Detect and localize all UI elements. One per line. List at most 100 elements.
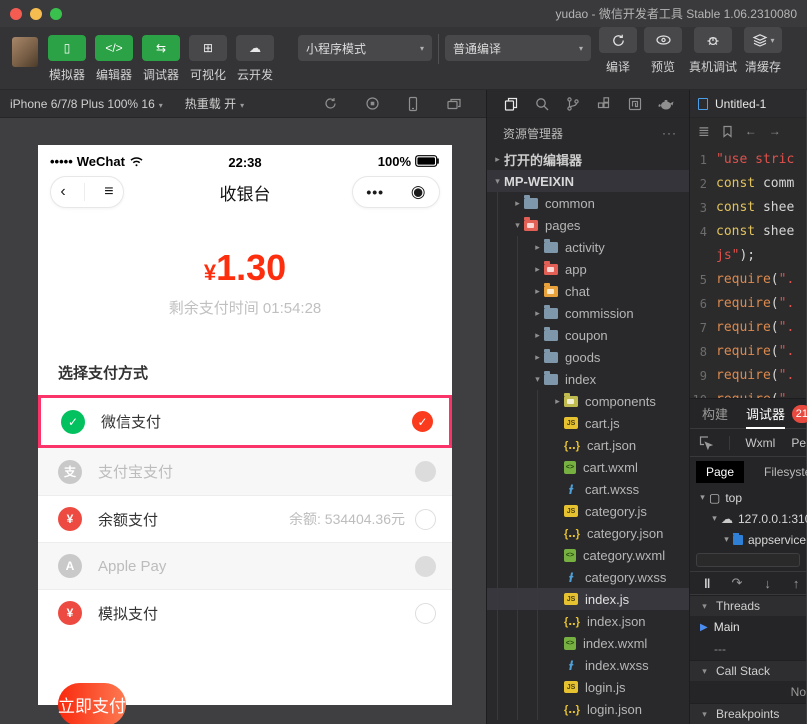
tree-item-category.wxss[interactable]: Ɨcategory.wxss xyxy=(487,566,689,588)
tree-item-index[interactable]: ▾index xyxy=(487,368,689,390)
tree-item-login.js[interactable]: JSlogin.js xyxy=(487,676,689,698)
outline-icon[interactable]: ≣ xyxy=(698,123,710,140)
frame-top[interactable]: ▾ ▢ top xyxy=(690,487,806,508)
debugger-button[interactable]: ⇆调试器 xyxy=(142,35,180,83)
code-line[interactable]: 6require(". xyxy=(690,292,806,316)
breakpoints-section-header[interactable]: ▾Breakpoints xyxy=(690,703,806,724)
tab-debugger[interactable]: 调试器 xyxy=(746,404,785,429)
tree-item-cart.js[interactable]: JScart.js xyxy=(487,412,689,434)
tree-item-cart.json[interactable]: {‥}cart.json xyxy=(487,434,689,456)
code-line[interactable]: 1"use stric xyxy=(690,148,806,172)
multi-window-icon[interactable] xyxy=(446,97,462,111)
device-select[interactable]: iPhone 6/7/8 Plus 100% 16▾ xyxy=(10,97,163,111)
tree-item-index.json[interactable]: {‥}index.json xyxy=(487,610,689,632)
tree-item-category.wxml[interactable]: <>category.wxml xyxy=(487,544,689,566)
radio-unselected[interactable] xyxy=(415,509,436,530)
minimize-window-button[interactable] xyxy=(30,8,42,20)
tree-item-activity[interactable]: ▸activity xyxy=(487,236,689,258)
payment-method-row[interactable]: ¥模拟支付 xyxy=(38,589,452,636)
tree-item-MP-WEIXIN[interactable]: ▾MP-WEIXIN xyxy=(487,170,689,192)
extensions-icon[interactable] xyxy=(588,96,619,112)
simulator-button[interactable]: ▯模拟器 xyxy=(48,35,86,83)
tree-item-common[interactable]: ▸common xyxy=(487,192,689,214)
thread-main-row[interactable]: ▶ Main xyxy=(690,616,806,638)
tree-item-pages[interactable]: ▾pages xyxy=(487,214,689,236)
code-line[interactable]: 2const comm xyxy=(690,172,806,196)
tree-item-commission[interactable]: ▸commission xyxy=(487,302,689,324)
frame-appservice[interactable]: ▾ appservice xyxy=(690,529,806,550)
tab-build[interactable]: 构建 xyxy=(702,404,728,423)
step-over-icon[interactable]: ↷ xyxy=(731,575,742,591)
phone-icon[interactable] xyxy=(407,96,419,112)
record-icon[interactable] xyxy=(365,96,380,111)
filter-input[interactable] xyxy=(696,553,800,567)
tree-item-category.json[interactable]: {‥}category.json xyxy=(487,522,689,544)
tab-page[interactable]: Page xyxy=(696,461,744,483)
tree-item-coupon[interactable]: ▸coupon xyxy=(487,324,689,346)
tree-item-login.json[interactable]: {‥}login.json xyxy=(487,698,689,720)
mode-select[interactable]: 小程序模式 ▾ xyxy=(298,35,432,61)
tree-item-cart.wxml[interactable]: <>cart.wxml xyxy=(487,456,689,478)
step-out-icon[interactable]: ↑ xyxy=(793,576,800,591)
search-icon[interactable] xyxy=(526,96,557,112)
editor-button[interactable]: </>编辑器 xyxy=(95,35,133,83)
code-line[interactable]: 3const shee xyxy=(690,196,806,220)
tree-item-打开的编辑器[interactable]: ▸打开的编辑器 xyxy=(487,148,689,170)
radio-unselected[interactable] xyxy=(415,603,436,624)
user-avatar[interactable] xyxy=(12,37,38,67)
code-line[interactable]: js"); xyxy=(690,244,806,268)
subtab-wxml[interactable]: Wxml xyxy=(745,436,775,450)
payment-method-row[interactable]: ¥余额支付余额: 534404.36元 xyxy=(38,495,452,542)
tree-item-index.wxss[interactable]: Ɨindex.wxss xyxy=(487,654,689,676)
nav-back-icon[interactable]: ← xyxy=(745,124,757,138)
threads-section-header[interactable]: ▾Threads xyxy=(690,595,806,616)
tab-untitled-1[interactable]: Untitled-1 xyxy=(715,97,766,111)
code-line[interactable]: 4const shee xyxy=(690,220,806,244)
code-line[interactable]: 10require(". xyxy=(690,388,806,398)
callstack-section-header[interactable]: ▾Call Stack xyxy=(690,660,806,681)
hot-reload-toggle[interactable]: 热重载 开▾ xyxy=(185,95,244,112)
tree-item-index.js[interactable]: JSindex.js xyxy=(487,588,689,610)
cloud-dev-button[interactable]: ☁云开发 xyxy=(236,35,274,83)
tree-item-app[interactable]: ▸app xyxy=(487,258,689,280)
files-icon[interactable] xyxy=(495,96,526,112)
nav-forward-icon[interactable]: → xyxy=(769,124,781,138)
step-into-icon[interactable]: ↓ xyxy=(764,576,771,591)
radio-selected[interactable]: ✓ xyxy=(412,411,433,432)
compile-mode-select[interactable]: 普通编译 ▾ xyxy=(445,35,591,61)
refresh-icon[interactable] xyxy=(323,96,338,111)
tree-item-goods[interactable]: ▸goods xyxy=(487,346,689,368)
pause-icon[interactable]: ‖ xyxy=(704,576,709,591)
device-debug-button[interactable]: 真机调试 xyxy=(689,27,737,75)
inspect-element-icon[interactable] xyxy=(698,435,713,450)
clear-cache-button[interactable]: ▾ 清缓存 xyxy=(744,27,782,75)
bookmark-icon[interactable] xyxy=(722,125,733,138)
npm-panel-icon[interactable] xyxy=(619,96,650,112)
pay-now-button[interactable]: 立即支付 xyxy=(58,683,126,724)
code-line[interactable]: 7require(". xyxy=(690,316,806,340)
close-window-button[interactable] xyxy=(10,8,22,20)
zoom-window-button[interactable] xyxy=(50,8,62,20)
tab-filesystem[interactable]: Filesystem xyxy=(754,461,807,483)
payment-method-row[interactable]: 支支付宝支付 xyxy=(38,448,452,495)
payment-method-row[interactable]: ✓微信支付✓ xyxy=(38,395,452,448)
tree-item-components[interactable]: ▸components xyxy=(487,390,689,412)
visualization-button[interactable]: ⊞可视化 xyxy=(189,35,227,83)
subtab-performance[interactable]: Pe xyxy=(791,436,806,450)
teapot-icon[interactable] xyxy=(650,97,681,111)
tree-item-cart.wxss[interactable]: Ɨcart.wxss xyxy=(487,478,689,500)
frame-host[interactable]: ▾ ☁ 127.0.0.1:310 xyxy=(690,508,806,529)
preview-button[interactable]: 预览 xyxy=(644,27,682,75)
code-line[interactable]: 8require(". xyxy=(690,340,806,364)
more-actions-icon[interactable]: ··· xyxy=(662,126,677,140)
tree-item-category.js[interactable]: JScategory.js xyxy=(487,500,689,522)
code-line[interactable]: 9require(". xyxy=(690,364,806,388)
payment-method-row[interactable]: AApple Pay xyxy=(38,542,452,589)
folder-icon xyxy=(564,396,578,407)
tree-item-index.wxml[interactable]: <>index.wxml xyxy=(487,632,689,654)
compile-button[interactable]: 编译 xyxy=(599,27,637,75)
tree-item-chat[interactable]: ▸chat xyxy=(487,280,689,302)
code-line[interactable]: 5require(". xyxy=(690,268,806,292)
git-branch-icon[interactable] xyxy=(557,96,588,112)
code-editor[interactable]: 1"use stric2const comm3const shee4const … xyxy=(690,144,806,398)
